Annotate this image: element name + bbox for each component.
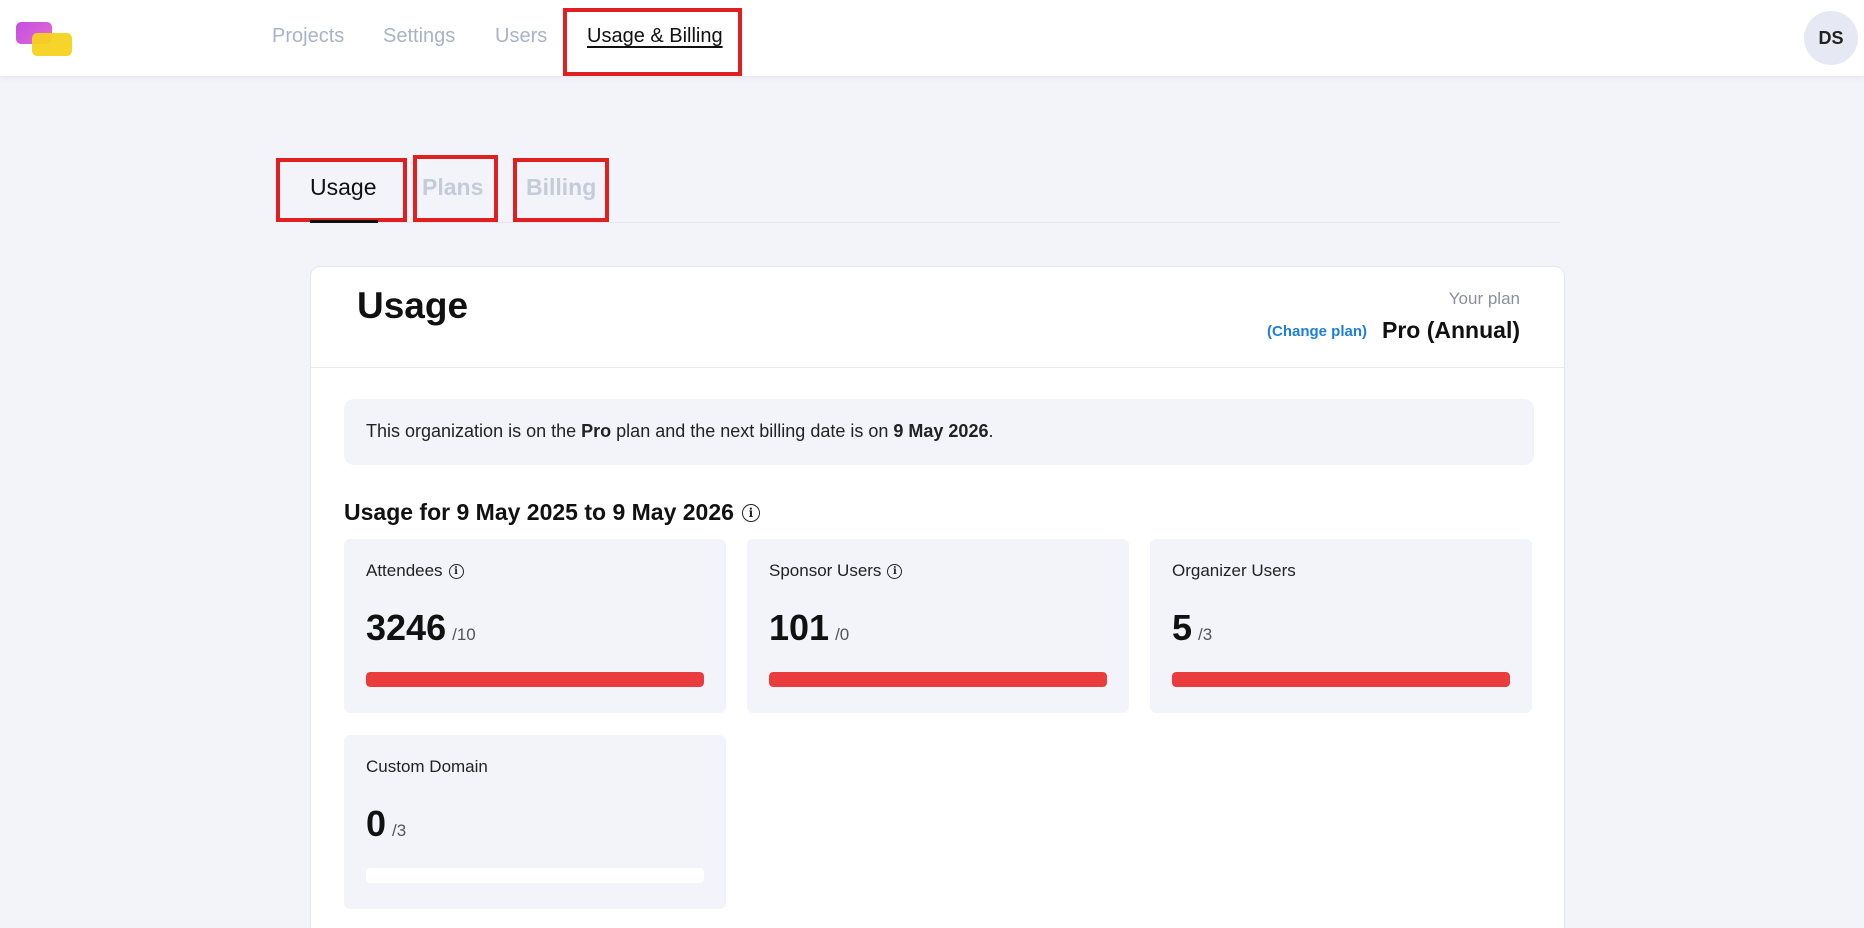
stat-limit: /10 <box>452 625 476 644</box>
notice-plan: Pro <box>581 421 612 441</box>
usage-progress-bar <box>366 868 704 883</box>
tab-billing[interactable]: Billing <box>526 174 596 201</box>
stat-card-attendees: Attendees i 3246 /10 <box>344 539 726 713</box>
nav-settings[interactable]: Settings <box>383 25 455 48</box>
notice-suffix: . <box>988 421 994 441</box>
usage-progress-fill <box>769 672 1107 687</box>
stat-label-row: Organizer Users <box>1172 561 1296 581</box>
stat-card-sponsor-users: Sponsor Users i 101 /0 <box>747 539 1129 713</box>
stat-value: 5 <box>1172 607 1193 648</box>
info-icon[interactable]: i <box>741 503 760 522</box>
nav-usage-billing[interactable]: Usage & Billing <box>587 25 723 48</box>
change-plan-link[interactable]: (Change plan) <box>1267 323 1367 340</box>
current-plan-name: Pro (Annual) <box>1382 317 1520 343</box>
stat-label: Sponsor Users <box>769 561 882 580</box>
active-tab-indicator <box>310 220 378 223</box>
usage-progress-fill <box>1172 672 1510 687</box>
stat-label-row: Custom Domain <box>366 757 488 777</box>
usage-progress-bar <box>769 672 1107 687</box>
tab-plans[interactable]: Plans <box>422 174 483 201</box>
notice-date: 9 May 2026 <box>893 421 989 441</box>
stat-limit: /3 <box>392 821 407 840</box>
user-avatar[interactable]: DS <box>1804 11 1858 65</box>
stat-value-row: 101 /0 <box>769 607 849 649</box>
plan-caption: Your plan <box>1448 289 1520 308</box>
stat-label: Attendees <box>366 561 443 580</box>
stat-card-organizer-users: Organizer Users 5 /3 <box>1150 539 1532 713</box>
stat-card-custom-domain: Custom Domain 0 /3 <box>344 735 726 909</box>
notice-middle: plan and the next billing date is on <box>616 421 889 441</box>
stat-value: 101 <box>769 607 830 648</box>
usage-title: Usage <box>357 285 469 326</box>
stat-label: Custom Domain <box>366 757 488 776</box>
nav-users[interactable]: Users <box>495 25 547 48</box>
top-bar: Projects Settings Users Usage & Billing … <box>0 0 1864 76</box>
stat-limit: /3 <box>1198 625 1213 644</box>
stat-value-row: 5 /3 <box>1172 607 1212 649</box>
stat-label-row: Sponsor Users i <box>769 561 903 581</box>
billing-notice: This organization is on the Pro plan and… <box>344 399 1534 465</box>
stat-label: Organizer Users <box>1172 561 1296 580</box>
stat-value: 3246 <box>366 607 447 648</box>
stat-label-row: Attendees i <box>366 561 464 581</box>
info-icon[interactable]: i <box>448 563 464 579</box>
usage-progress-fill <box>366 672 704 687</box>
nav-projects[interactable]: Projects <box>272 25 344 48</box>
tab-usage[interactable]: Usage <box>310 174 376 201</box>
tab-divider <box>310 222 1560 223</box>
usage-period-title: Usage for 9 May 2025 to 9 May 2026 <box>344 499 734 525</box>
logo-shape-yellow <box>32 33 72 56</box>
usage-progress-bar <box>1172 672 1510 687</box>
stat-value: 0 <box>366 803 387 844</box>
usage-card: Usage Your plan (Change plan) Pro (Annua… <box>310 266 1565 928</box>
stat-value-row: 3246 /10 <box>366 607 476 649</box>
info-icon[interactable]: i <box>887 563 903 579</box>
app-logo[interactable] <box>16 22 74 56</box>
usage-period-heading: Usage for 9 May 2025 to 9 May 2026 i <box>344 499 760 526</box>
notice-prefix: This organization is on the <box>366 421 577 441</box>
stat-value-row: 0 /3 <box>366 803 406 845</box>
usage-card-header: Usage Your plan (Change plan) Pro (Annua… <box>311 267 1564 368</box>
stat-limit: /0 <box>835 625 850 644</box>
usage-progress-bar <box>366 672 704 687</box>
